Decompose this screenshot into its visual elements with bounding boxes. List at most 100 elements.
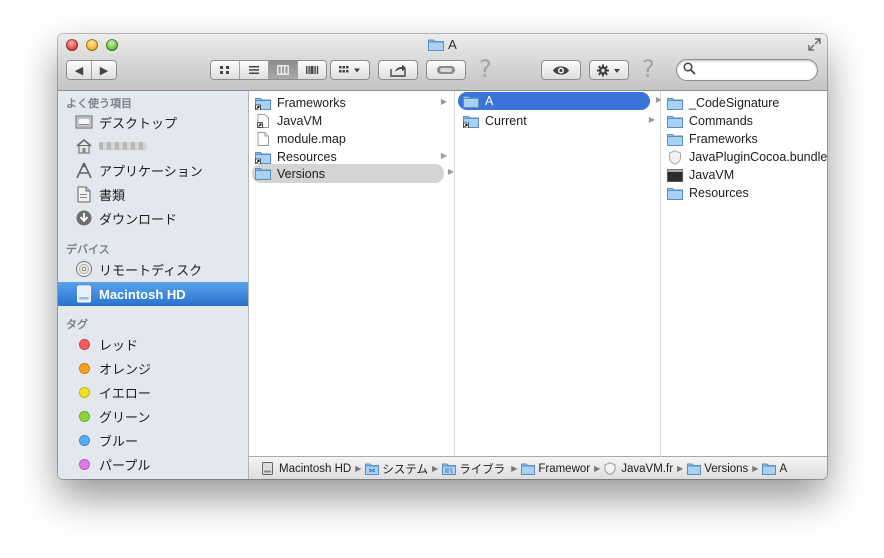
- sidebar-tag-yellow[interactable]: イエロー: [58, 381, 248, 403]
- tag-button[interactable]: [426, 60, 466, 80]
- list-item-selected[interactable]: A ▶: [458, 92, 662, 110]
- sidebar-tag-purple[interactable]: パープル: [58, 453, 248, 475]
- sidebar-item-applications[interactable]: アプリケーション: [58, 159, 248, 181]
- sidebar-tag-green[interactable]: グリーン: [58, 405, 248, 427]
- sidebar-item-label: グリーン: [99, 409, 151, 425]
- list-item[interactable]: Frameworks: [667, 130, 827, 148]
- list-item[interactable]: Current ▶: [463, 112, 655, 130]
- window-title-text: A: [448, 37, 457, 52]
- path-item-system[interactable]: システム: [365, 461, 428, 477]
- path-item-a[interactable]: A: [762, 463, 787, 475]
- folder-icon: [687, 463, 702, 475]
- action-gear-icon: [597, 64, 620, 76]
- tag-color-dot: [75, 335, 93, 353]
- redacted-username: [99, 142, 147, 150]
- path-item-label: Macintosh HD: [279, 462, 352, 475]
- share-button[interactable]: [378, 60, 418, 80]
- sidebar-tag-red[interactable]: レッド: [58, 333, 248, 355]
- bundle-icon: [604, 462, 618, 475]
- list-item[interactable]: module.map: [255, 130, 435, 148]
- path-separator-icon: ▶: [511, 464, 518, 473]
- sidebar-item-home[interactable]: [58, 135, 248, 157]
- action-menu-button[interactable]: [589, 60, 629, 80]
- path-separator-icon: ▶: [677, 464, 684, 473]
- sidebar-tag-orange[interactable]: オレンジ: [58, 357, 248, 379]
- path-item-label: システム: [382, 463, 429, 476]
- icon-view-icon: [220, 66, 229, 74]
- forward-button[interactable]: ▶: [92, 61, 116, 79]
- remote-disc-icon: [75, 260, 93, 278]
- item-label: JavaVM: [689, 168, 735, 182]
- search-field[interactable]: [676, 59, 818, 81]
- bundle-icon: [667, 149, 683, 165]
- file-alias-icon: [255, 114, 271, 128]
- list-item-highlighted[interactable]: Versions ▶: [252, 164, 454, 183]
- icon-view-button[interactable]: [211, 61, 240, 79]
- item-label: A: [485, 94, 494, 108]
- sidebar-item-label: アプリケーション: [99, 163, 203, 179]
- column-view-button[interactable]: [269, 61, 298, 79]
- tag-color-dot: [75, 455, 93, 473]
- sidebar-header-favorites: よく使う項目: [66, 98, 132, 110]
- finder-window: A ◀ ▶ ? ? よく使う項目 デスクトップ アプリケーション 書類 ダウンロ…: [58, 34, 827, 479]
- back-forward-control: ◀ ▶: [66, 60, 117, 80]
- back-button[interactable]: ◀: [67, 61, 92, 79]
- folder-icon: [667, 186, 683, 200]
- item-label: Current: [485, 114, 527, 128]
- sidebar-item-documents[interactable]: 書類: [58, 183, 248, 205]
- list-view-button[interactable]: [240, 61, 269, 79]
- folder-icon: [667, 96, 683, 110]
- path-item-javavm-framework[interactable]: JavaVM.fr: [604, 462, 673, 475]
- sidebar-item-downloads[interactable]: ダウンロード: [58, 207, 248, 229]
- list-item[interactable]: JavaVM: [667, 166, 827, 184]
- coverflow-view-button[interactable]: [298, 61, 326, 79]
- browser-column-1: Frameworks ▶ JavaVM module.map Resources…: [249, 91, 455, 456]
- item-label: module.map: [277, 132, 346, 146]
- downloads-icon: [75, 209, 93, 227]
- list-item[interactable]: JavaPluginCocoa.bundle: [667, 148, 827, 166]
- item-label: JavaPluginCocoa.bundle: [689, 150, 827, 164]
- quicklook-button[interactable]: [541, 60, 581, 80]
- path-item-library[interactable]: ライブラリ: [442, 461, 507, 477]
- path-item-macintosh-hd[interactable]: Macintosh HD: [262, 462, 352, 475]
- sidebar-item-label: リモートディスク: [99, 262, 203, 278]
- window-title: A: [58, 37, 827, 54]
- list-item[interactable]: Frameworks ▶: [255, 94, 447, 112]
- fullscreen-icon[interactable]: [808, 38, 821, 51]
- sidebar-header-tags: タグ: [66, 319, 88, 331]
- list-item[interactable]: JavaVM: [255, 112, 435, 130]
- sidebar-item-remote-disc[interactable]: リモートディスク: [58, 258, 248, 280]
- tag-icon: [437, 66, 455, 74]
- path-item-label: Versions: [704, 462, 749, 475]
- folder-icon: [667, 114, 683, 128]
- folder-alias-icon: [463, 114, 479, 128]
- path-item-label: A: [779, 462, 788, 475]
- list-item[interactable]: Commands: [667, 112, 827, 130]
- path-item-frameworks[interactable]: Framewor: [521, 463, 590, 475]
- folder-icon: [428, 38, 445, 54]
- arrange-menu-button[interactable]: [330, 60, 370, 80]
- browser-column-2: A ▶ Current ▶: [455, 91, 662, 456]
- system-folder-icon: [365, 463, 380, 475]
- sidebar-tag-blue[interactable]: ブルー: [58, 429, 248, 451]
- sidebar-item-macintosh-hd[interactable]: Macintosh HD: [58, 282, 248, 306]
- share-icon: [390, 64, 406, 77]
- arrange-menu-icon: [339, 66, 360, 73]
- search-icon: [683, 62, 696, 78]
- list-item[interactable]: _CodeSignature: [667, 94, 827, 112]
- sidebar-item-label: ブルー: [99, 433, 139, 449]
- sidebar: よく使う項目 デスクトップ アプリケーション 書類 ダウンロード デバイス リモ…: [58, 91, 249, 479]
- path-item-versions[interactable]: Versions: [687, 463, 748, 475]
- folder-icon: [255, 167, 271, 181]
- tag-color-dot: [75, 359, 93, 377]
- path-item-label: ライブラリ: [459, 463, 507, 476]
- view-mode-control: [210, 60, 327, 80]
- list-item[interactable]: Resources: [667, 184, 827, 202]
- item-label: _CodeSignature: [689, 96, 780, 110]
- documents-icon: [75, 185, 93, 203]
- path-separator-icon: ▶: [432, 464, 439, 473]
- sidebar-item-desktop[interactable]: デスクトップ: [58, 111, 248, 133]
- item-label: Frameworks: [689, 132, 758, 146]
- path-separator-icon: ▶: [752, 464, 759, 473]
- tag-color-dot: [75, 383, 93, 401]
